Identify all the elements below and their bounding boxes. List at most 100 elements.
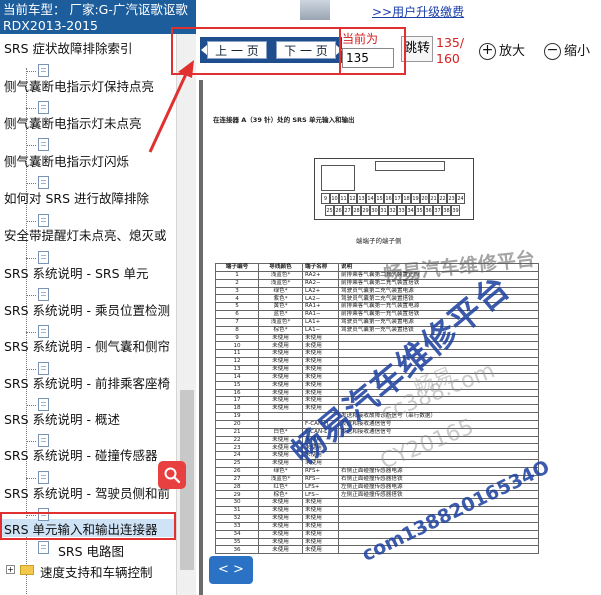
table-cell (258, 412, 303, 421)
table-cell: 未使用 (302, 380, 339, 390)
tree-item-label: SRS 电路图 (58, 544, 125, 559)
tree-item[interactable]: SRS 系统说明 - 概述 (0, 409, 176, 427)
table-cell: 未使用 (302, 506, 339, 515)
tree-connector (26, 441, 36, 442)
document-icon (38, 288, 49, 301)
tree-connector (26, 108, 36, 109)
tree-item-label: SRS 系统说明 - SRS 单元 (4, 266, 149, 281)
go-to-page-button[interactable]: 跳转 (401, 36, 433, 62)
table-cell (338, 349, 539, 359)
page-number-input[interactable] (342, 48, 394, 68)
table-cell (338, 521, 539, 531)
table-cell: 33 (215, 521, 259, 531)
connector-pin: 11 (339, 193, 348, 204)
connector-pin: 33 (397, 205, 406, 216)
table-cell: 未使用 (258, 380, 303, 390)
tree-connector (26, 71, 36, 72)
table-row: 10 未使用 未使用 (215, 341, 539, 351)
table-row: 6 蓝色* RA1− 前排乘客气囊第一充气装置搭铁 (215, 310, 539, 319)
table-cell: 7 (215, 317, 259, 327)
search-button[interactable] (158, 461, 186, 489)
connector-pin: 31 (379, 205, 388, 216)
table-cell: 蓝色* (258, 310, 303, 319)
pin-table: 端子编号 导线颜色 端子名称 说明 1 浅蓝色* RA2+ 前排乘客气囊第二充气装置正极 2 浅… (215, 263, 539, 555)
table-cell: 未使用 (258, 537, 303, 547)
table-cell: 未使用 (302, 545, 339, 555)
app-window: 当前车型： 厂家:G-广汽讴歌讴歌RDX2013-2015 SRS 症状故障排除… (0, 0, 601, 595)
tree-item-label: 侧气囊断电指示灯闪烁 (4, 154, 130, 169)
tree-item-label: 如何对 SRS 进行故障排除 (4, 191, 150, 206)
table-row: 27 浅蓝色* RFS− 右侧正面碰撞传感器搭铁 (215, 474, 539, 484)
document-viewer[interactable]: 在连接器 A（39 针）处的 SRS 单元输入和输出 9 10 11 12 13 14 15… (199, 80, 601, 595)
table-cell: 发送和接收故障诊断信号（串行数据） (338, 412, 539, 421)
tree-item-label: 侧气囊断电指示灯未点亮 (4, 116, 142, 131)
tree-item-label: SRS 系统说明 - 侧气囊和侧帘 (4, 339, 170, 354)
table-cell (302, 412, 339, 421)
table-cell: 未使用 (258, 357, 303, 366)
table-row: 19 发送和接收故障诊断信号（串行数据） (215, 412, 539, 421)
table-cell: 黄色* (258, 302, 303, 312)
document-icon (38, 541, 49, 554)
table-cell: F-CAN-L (302, 427, 339, 437)
page-nav-arrows-button[interactable]: < > (209, 556, 253, 584)
tree-item[interactable]: 如何对 SRS 进行故障排除 (0, 188, 176, 206)
table-cell: 未使用 (302, 443, 339, 453)
table-cell (338, 443, 539, 453)
table-cell: 14 (215, 372, 259, 382)
table-cell: 28 (215, 482, 259, 492)
connector-key (375, 161, 445, 171)
connector-pin: 30 (370, 205, 379, 216)
table-cell: 27 (215, 474, 259, 484)
connector-pin: 36 (424, 205, 433, 216)
table-cell: 未使用 (302, 388, 339, 398)
table-cell: 未使用 (258, 451, 303, 461)
document-icon (38, 508, 49, 521)
tree-item[interactable]: SRS 系统说明 - 侧气囊和侧帘 (0, 336, 176, 354)
table-cell: 右侧正面碰撞传感器电源 (338, 466, 539, 476)
table-cell: 未使用 (302, 514, 339, 523)
tree-item[interactable]: SRS 系统说明 - 碰撞传感器 (0, 445, 176, 463)
table-row: 24 未使用 未使用 (215, 451, 539, 461)
tree-item[interactable]: 安全带提醒灯未点亮、熄灭或 (0, 225, 176, 243)
zoom-in-button[interactable]: + 放大 (479, 40, 525, 60)
table-row: 25 未使用 未使用 (215, 459, 539, 468)
tree-item[interactable]: SRS 系统说明 - 乘员位置检测 (0, 300, 176, 318)
table-cell: 13 (215, 364, 259, 374)
document-icon (38, 471, 49, 484)
table-cell: 驾驶员气囊第一充气装置搭铁 (338, 325, 539, 335)
upgrade-link-text[interactable]: >>用户升级缴费 (372, 3, 464, 20)
table-cell: 未使用 (258, 521, 303, 531)
table-cell: 未使用 (302, 498, 339, 508)
table-row: 23 未使用 未使用 (215, 443, 539, 453)
table-cell (338, 545, 539, 555)
table-row: 3 绿色* LA2+ 驾驶员气囊第二充气装置电源 (215, 286, 539, 296)
table-cell: 右侧正面碰撞传感器搭铁 (338, 474, 539, 484)
table-row: 5 黄色* RA1+ 前排乘客气囊第一充气装置电源 (215, 302, 539, 312)
tree-item-label: SRS 系统说明 - 碰撞传感器 (4, 448, 158, 463)
table-cell: 20 (215, 419, 259, 429)
tree-item[interactable]: SRS 症状故障排除索引 (0, 38, 176, 56)
zoom-out-button[interactable]: − 缩小 (544, 40, 590, 60)
table-row: 30 未使用 未使用 (215, 498, 539, 508)
table-cell: 未使用 (302, 333, 339, 343)
next-page-button[interactable]: 下 一 页 (276, 41, 336, 59)
table-cell: 30 (215, 498, 259, 508)
tree-item-label: SRS 单元输入和输出连接器 (4, 522, 158, 537)
table-cell: 未使用 (302, 537, 339, 547)
table-cell: 驾驶员气囊第二充气装置搭铁 (338, 294, 539, 304)
tree-item[interactable]: SRS 系统说明 - 驾驶员侧和前 (0, 483, 176, 501)
table-cell: 前排乘客气囊第一充气装置电源 (338, 302, 539, 312)
table-row: 8 棕色* LA1− 驾驶员气囊第一充气装置搭铁 (215, 325, 539, 335)
tree-item[interactable]: SRS 单元输入和输出连接器 (0, 519, 176, 537)
prev-page-button[interactable]: 上 一 页 (207, 41, 267, 59)
tree-item[interactable]: SRS 系统说明 - SRS 单元 (0, 263, 176, 281)
tree-item-label: 安全带提醒灯未点亮、熄灭或 (4, 228, 167, 243)
table-cell: 未使用 (258, 435, 303, 445)
document-icon (38, 64, 49, 77)
upgrade-link[interactable]: >>用户升级缴费 (330, 0, 464, 20)
pin-table-header: 端子编号 导线颜色 端子名称 说明 (215, 263, 539, 272)
expand-icon[interactable]: + (6, 565, 15, 574)
tree-item[interactable]: SRS 系统说明 - 前排乘客座椅 (0, 373, 176, 391)
table-cell: LA1+ (302, 317, 339, 327)
table-cell: 发送和接收通信信号 (338, 419, 539, 429)
